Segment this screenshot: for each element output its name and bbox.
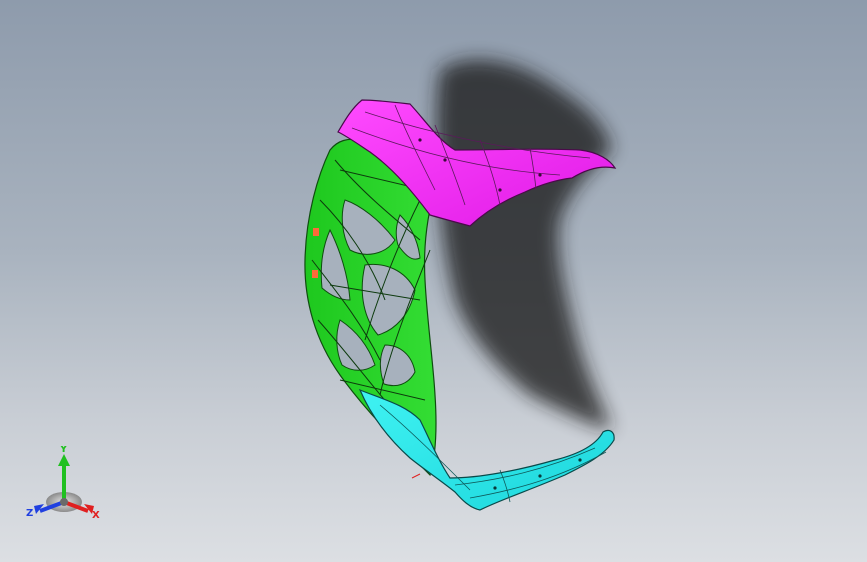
y-axis-arrow-icon [58,454,70,466]
model-scene[interactable] [0,0,867,562]
model-shadow [436,59,612,430]
construction-line [411,473,421,479]
x-axis-label: X [92,510,100,521]
orientation-triad[interactable]: Y X Z [22,446,106,522]
y-axis-label: Y [59,446,68,455]
triad-origin [60,498,68,506]
graphics-viewport[interactable]: Y X Z [0,0,867,562]
z-axis-label: Z [26,508,33,519]
